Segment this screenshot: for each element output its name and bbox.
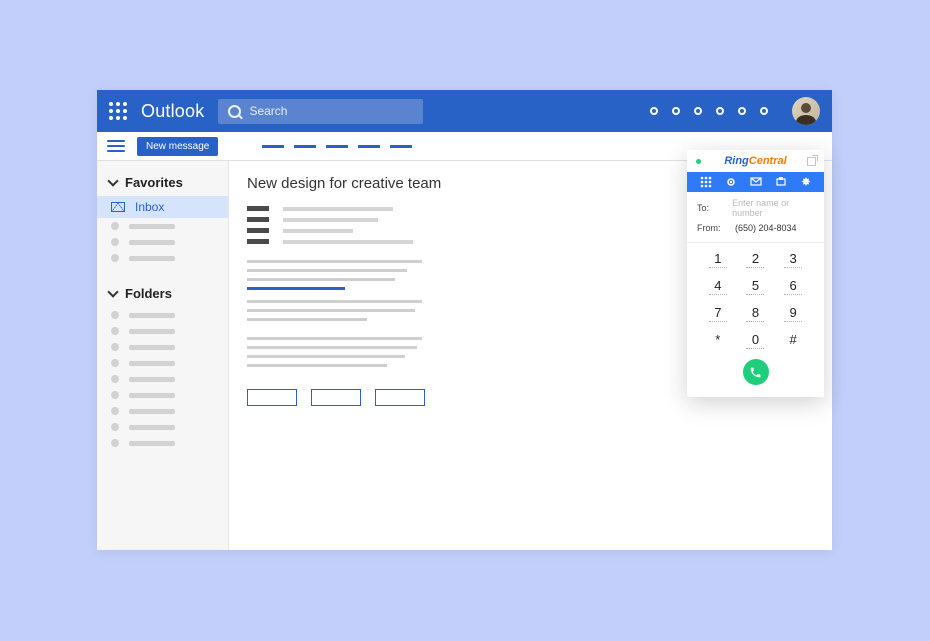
rc-from-label: From: [697,223,729,233]
sidebar-item[interactable] [97,218,228,234]
inbox-label: Inbox [135,200,164,214]
rc-to-row[interactable]: To: Enter name or number [697,198,814,218]
cmd-placeholder[interactable] [262,145,284,148]
cmd-placeholder[interactable] [358,145,380,148]
rc-key-9[interactable]: 9 [784,305,802,322]
rc-to-placeholder: Enter name or number [732,198,814,218]
rc-call-button[interactable] [743,359,769,385]
rc-brand: RingCentral [724,155,786,167]
search-placeholder: Search [249,104,287,118]
sidebar-item[interactable] [97,371,228,387]
rc-tabs [687,172,824,192]
ringcentral-widget: RingCentral To: Enter name or number Fro… [687,150,824,397]
new-message-button[interactable]: New message [137,137,218,156]
rc-header: RingCentral [687,150,824,172]
rc-key-6[interactable]: 6 [784,278,802,295]
search-box[interactable]: Search [218,99,423,124]
sidebar-section-favorites[interactable]: Favorites [97,169,228,196]
mail-icon [111,202,125,212]
phone-icon [749,366,762,379]
sidebar-item[interactable] [97,435,228,451]
rc-tab-dialpad[interactable] [700,176,712,188]
command-placeholders [262,145,412,148]
folders-label: Folders [125,286,172,301]
forward-button[interactable] [375,389,425,406]
sidebar-item[interactable] [97,355,228,371]
message-link[interactable] [247,287,345,290]
rc-tab-settings[interactable] [725,176,737,188]
cmd-placeholder[interactable] [390,145,412,148]
sidebar-item[interactable] [97,339,228,355]
topbar-action-3[interactable] [694,107,702,115]
favorites-label: Favorites [125,175,183,190]
rc-key-5[interactable]: 5 [746,278,764,295]
topbar-actions [650,107,768,115]
rc-key-1[interactable]: 1 [709,251,727,268]
rc-key-hash[interactable]: # [784,332,802,349]
sidebar-item[interactable] [97,403,228,419]
popout-icon[interactable] [807,157,816,166]
sidebar-item[interactable] [97,419,228,435]
rc-key-7[interactable]: 7 [709,305,727,322]
rc-key-4[interactable]: 4 [709,278,727,295]
rc-from-row[interactable]: From: (650) 204-8034 [697,223,814,233]
sidebar-item[interactable] [97,250,228,266]
rc-tab-fax[interactable] [775,176,787,188]
rc-dialpad: 1 2 3 4 5 6 7 8 9 * 0 # [687,243,824,397]
sidebar-item[interactable] [97,323,228,339]
sidebar-item[interactable] [97,307,228,323]
sidebar-item[interactable] [97,387,228,403]
rc-key-star[interactable]: * [709,332,727,349]
brand-label: Outlook [141,101,204,122]
app-launcher-icon[interactable] [109,102,127,120]
rc-tab-gear[interactable] [800,176,812,188]
avatar[interactable] [792,97,820,125]
sidebar-section-folders[interactable]: Folders [97,280,228,307]
rc-to-label: To: [697,203,726,213]
topbar-action-4[interactable] [716,107,724,115]
reply-button[interactable] [247,389,297,406]
sidebar-item[interactable] [97,234,228,250]
hamburger-icon[interactable] [107,140,125,152]
chevron-down-icon [107,286,118,297]
rc-key-8[interactable]: 8 [746,305,764,322]
rc-key-3[interactable]: 3 [784,251,802,268]
topbar-action-5[interactable] [738,107,746,115]
topbar-action-2[interactable] [672,107,680,115]
cmd-placeholder[interactable] [294,145,316,148]
topbar: Outlook Search [97,90,832,132]
rc-key-2[interactable]: 2 [746,251,764,268]
rc-fields: To: Enter name or number From: (650) 204… [687,192,824,243]
cmd-placeholder[interactable] [326,145,348,148]
sidebar-item-inbox[interactable]: Inbox [97,196,228,218]
rc-from-value: (650) 204-8034 [735,223,797,233]
rc-tab-messages[interactable] [750,176,762,188]
rc-key-0[interactable]: 0 [746,332,764,349]
topbar-action-1[interactable] [650,107,658,115]
search-icon [228,105,241,118]
reply-all-button[interactable] [311,389,361,406]
presence-dot-icon [696,159,701,164]
sidebar: Favorites Inbox Folders [97,161,229,550]
chevron-down-icon [107,175,118,186]
topbar-action-6[interactable] [760,107,768,115]
